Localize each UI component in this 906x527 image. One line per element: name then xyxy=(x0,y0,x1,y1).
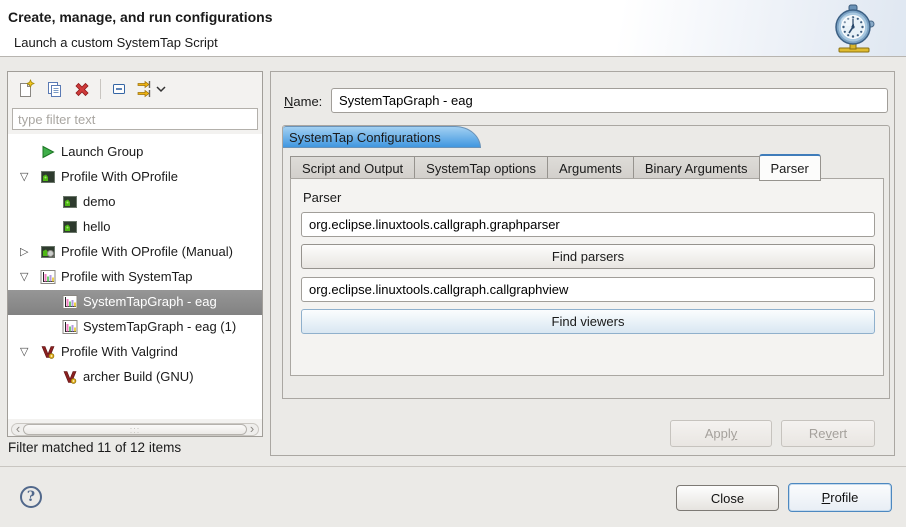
configuration-tabs: Script and Output SystemTap options Argu… xyxy=(290,153,820,180)
parser-class-input[interactable] xyxy=(301,212,875,237)
systemtap-chart-icon xyxy=(62,319,78,338)
parser-tab-content: Parser Find parsers Find viewers xyxy=(290,178,884,376)
page-title: Create, manage, and run configurations xyxy=(8,9,273,25)
expander-collapsed-icon[interactable]: ▷ xyxy=(20,245,34,259)
tab-binary-arguments[interactable]: Binary Arguments xyxy=(633,156,760,180)
page-subtitle: Launch a custom SystemTap Script xyxy=(14,35,218,50)
configurations-tree: Launch Group ▽ Profile With OProfile dem… xyxy=(8,134,262,419)
apply-button[interactable]: Apply xyxy=(670,420,772,447)
new-configuration-button[interactable] xyxy=(14,77,38,101)
dialog-header: Create, manage, and run configurations L… xyxy=(0,0,906,57)
tab-script-and-output[interactable]: Script and Output xyxy=(290,156,415,180)
configurations-toolbar xyxy=(8,72,262,105)
name-input[interactable] xyxy=(331,88,888,113)
expander-expanded-icon[interactable]: ▽ xyxy=(20,170,34,184)
tree-item-launch-group[interactable]: Launch Group xyxy=(8,140,262,165)
oprofile-icon xyxy=(40,169,56,188)
expander-expanded-icon[interactable]: ▽ xyxy=(20,270,34,284)
launch-group-icon xyxy=(40,144,56,163)
configurations-panel: Launch Group ▽ Profile With OProfile dem… xyxy=(7,71,263,437)
tree-item-demo[interactable]: demo xyxy=(8,190,262,215)
viewer-class-input[interactable] xyxy=(301,277,875,302)
scrollbar-grip-icon: ::: xyxy=(130,425,141,435)
systemtap-stopwatch-icon xyxy=(824,3,882,60)
tree-item-profile-oprofile-manual[interactable]: ▷ Profile With OProfile (Manual) xyxy=(8,240,262,265)
duplicate-configuration-button[interactable] xyxy=(42,77,66,101)
tab-arguments[interactable]: Arguments xyxy=(547,156,634,180)
find-parsers-button[interactable]: Find parsers xyxy=(301,244,875,269)
oprofile-icon xyxy=(62,194,78,213)
horizontal-scrollbar[interactable]: ‹ ::: › xyxy=(11,423,259,436)
oprofile-manual-icon xyxy=(40,244,56,263)
filter-configurations-button[interactable] xyxy=(135,77,169,101)
help-button[interactable]: ? xyxy=(20,486,42,508)
filter-input[interactable] xyxy=(12,108,258,130)
profile-button[interactable]: Profile xyxy=(788,483,892,512)
footer-separator xyxy=(0,466,906,467)
tree-item-profile-valgrind[interactable]: ▽ Profile With Valgrind xyxy=(8,340,262,365)
ctab-header: SystemTap Configurations xyxy=(283,126,889,148)
close-button[interactable]: Close xyxy=(676,485,779,511)
tab-parser[interactable]: Parser xyxy=(759,154,821,181)
tree-item-systemtapgraph-eag[interactable]: SystemTapGraph - eag xyxy=(8,290,262,315)
tree-item-profile-systemtap[interactable]: ▽ Profile with SystemTap xyxy=(8,265,262,290)
scroll-right-icon[interactable]: › xyxy=(246,423,258,435)
systemtap-configurations-group: SystemTap Configurations Script and Outp… xyxy=(282,125,890,399)
collapse-all-button[interactable] xyxy=(107,77,131,101)
systemtap-chart-icon xyxy=(40,269,56,288)
oprofile-icon xyxy=(62,219,78,238)
find-viewers-button[interactable]: Find viewers xyxy=(301,309,875,334)
toolbar-separator xyxy=(100,79,101,99)
filter-status-text: Filter matched 11 of 12 items xyxy=(8,440,181,455)
expander-expanded-icon[interactable]: ▽ xyxy=(20,345,34,359)
valgrind-icon xyxy=(40,344,56,363)
question-mark-icon: ? xyxy=(27,489,35,505)
parser-section-label: Parser xyxy=(303,190,341,205)
configuration-detail-panel: Name: SystemTap Configurations Script an… xyxy=(270,71,895,456)
tree-item-profile-oprofile[interactable]: ▽ Profile With OProfile xyxy=(8,165,262,190)
tree-item-archer-build[interactable]: archer Build (GNU) xyxy=(8,365,262,390)
tab-systemtap-options[interactable]: SystemTap options xyxy=(414,156,548,180)
valgrind-icon xyxy=(62,369,78,388)
ctab-systemtap-configurations[interactable]: SystemTap Configurations xyxy=(283,126,481,148)
systemtap-chart-icon xyxy=(62,294,78,313)
name-label: Name: xyxy=(284,94,322,109)
tree-item-systemtapgraph-eag-1[interactable]: SystemTapGraph - eag (1) xyxy=(8,315,262,340)
delete-configuration-button[interactable] xyxy=(70,77,94,101)
scrollbar-thumb[interactable]: ::: xyxy=(23,424,247,435)
launch-configuration-dialog: Create, manage, and run configurations L… xyxy=(0,0,906,527)
tree-item-hello[interactable]: hello xyxy=(8,215,262,240)
revert-button[interactable]: Revert xyxy=(781,420,875,447)
